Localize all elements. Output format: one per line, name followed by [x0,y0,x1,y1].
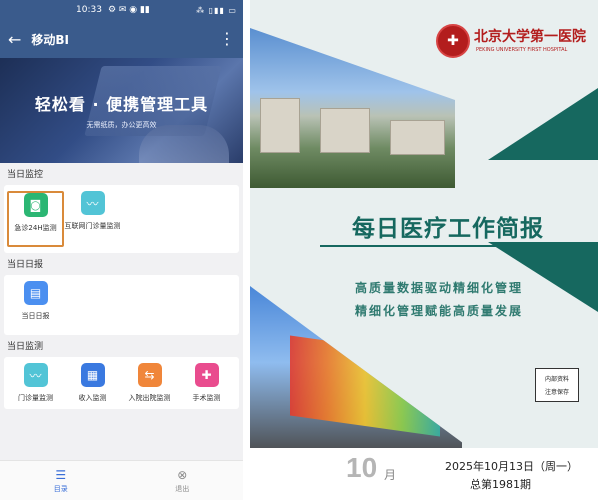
tile-label: 急诊24H监测 [14,224,57,232]
bottom-tab-bar: ☰ 目录 ⊗ 退出 [0,460,243,500]
tile-label: 互联网门诊量监测 [64,222,121,230]
banner-title: 轻松看 · 便携管理工具 [34,95,209,114]
tab-label: 退出 [175,484,190,493]
tab-exit[interactable]: ⊗ 退出 [122,461,244,500]
promo-banner: 轻松看 · 便携管理工具 无需纸质，办公更高效 [0,58,243,163]
month-suffix: 月 [384,468,397,482]
tile-label: 收入监测 [78,394,107,402]
status-icons: ⚙ ✉ ◉ ▮▮ [107,5,150,15]
banner-subtitle: 无需纸质，办公更高效 [86,121,157,129]
title-underline [320,245,598,247]
app-header: ← 移动BI ⋮ [0,20,243,58]
section-card-daily-monitoring: ◙ 急诊24H监测 〰 互联网门诊量监测 [4,185,239,253]
section-card-daily-tracking: 〰 门诊量监测 ▦ 收入监测 ⇆ 入院出院监测 ✚ 手术监测 [4,357,239,409]
exit-icon: ⊗ [177,467,188,482]
tile-income[interactable]: ▦ 收入监测 [64,363,121,403]
section-label-daily-report: 当日日报 [7,260,44,270]
status-bar: 10:33 ⚙ ✉ ◉ ▮▮ ⁂ ▯▮▮ ▭ [0,0,243,20]
teal-triangle-top [488,88,598,160]
monitor-chart-icon: 〰 [80,191,105,215]
hospital-campus-photo [250,28,455,188]
status-time: 10:33 [76,5,102,15]
chart-icon: 〰 [23,363,48,387]
internal-document-tag: 内部资料 注意保存 [535,368,579,402]
tile-emergency-24h[interactable]: ◙ 急诊24H监测 [7,191,64,247]
tile-label: 门诊量监测 [18,394,53,402]
back-arrow-icon[interactable]: ← [8,30,21,49]
cover-footer [250,448,598,500]
section-card-daily-report: ▤ 当日日报 [4,275,239,335]
tile-label: 当日日报 [21,312,50,320]
tile-surgery[interactable]: ✚ 手术监测 [178,363,235,403]
tile-label: 入院出院监测 [128,394,171,402]
mobile-bi-app: 10:33 ⚙ ✉ ◉ ▮▮ ⁂ ▯▮▮ ▭ ← 移动BI ⋮ 轻松看 · 便携… [0,0,243,500]
hospital-name-cn: 北京大学第一医院 [474,29,586,45]
tile-outpatient-volume[interactable]: 〰 门诊量监测 [7,363,64,403]
hospital-logo-icon: ✚ [436,24,470,58]
receipt-icon: ▦ [80,363,105,387]
tile-internet-outpatient[interactable]: 〰 互联网门诊量监测 [64,191,121,247]
internal-tag-1: 内部资料 [544,376,569,383]
section-label-daily-monitoring: 当日监控 [7,170,44,180]
surgery-icon: ✚ [194,363,219,387]
camera-icon: ◙ [23,193,48,217]
more-menu-icon[interactable]: ⋮ [219,31,235,47]
hospital-name-en: PEKING UNIVERSITY FIRST HOSPITAL [476,47,568,53]
document-icon: ▤ [23,281,48,305]
report-cover: ✚ 北京大学第一医院 PEKING UNIVERSITY FIRST HOSPI… [250,0,598,500]
report-date: 2025年10月13日（周一） [445,460,578,473]
signal-battery-icon: ⁂ ▯▮▮ ▭ [196,5,237,15]
list-icon: ☰ [55,467,67,482]
section-label-daily-tracking: 当日监测 [7,342,44,352]
app-title: 移动BI [31,32,70,47]
month-number: 10 [346,452,378,483]
tile-daily-report[interactable]: ▤ 当日日报 [7,281,64,329]
report-title: 每日医疗工作简报 [352,215,544,242]
hand-illustration [139,125,229,163]
colorful-facade [290,335,440,437]
slogan-line-2: 精细化管理赋能高质量发展 [355,304,524,318]
tile-label: 手术监测 [192,394,221,402]
tab-catalog[interactable]: ☰ 目录 [0,461,122,500]
issue-number: 总第1981期 [470,478,531,491]
tab-label: 目录 [53,484,68,493]
slogan-line-1: 高质量数据驱动精细化管理 [355,281,524,295]
transfer-icon: ⇆ [137,363,162,387]
internal-tag-2: 注意保存 [544,389,569,396]
tile-admission-discharge[interactable]: ⇆ 入院出院监测 [121,363,178,403]
